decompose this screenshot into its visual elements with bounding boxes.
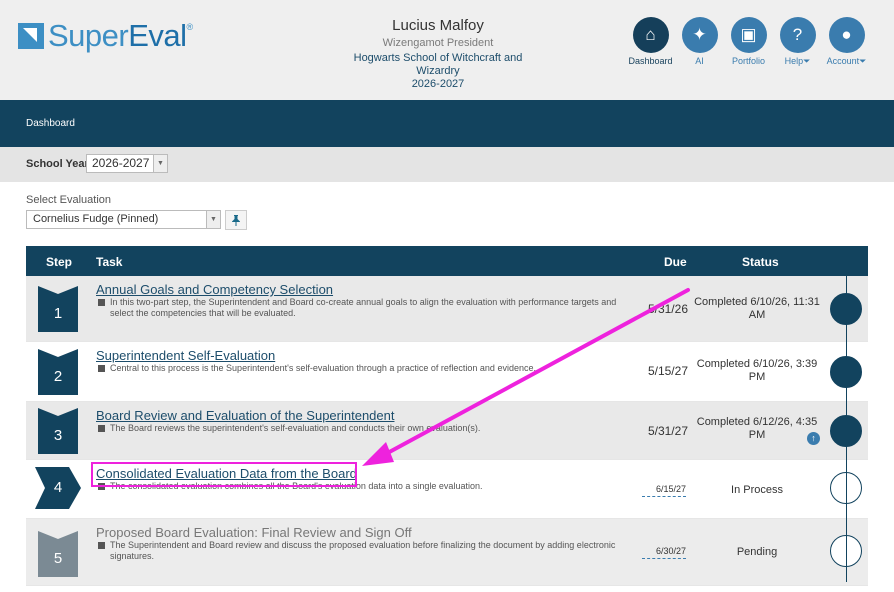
arrow-annotation [362,288,690,466]
